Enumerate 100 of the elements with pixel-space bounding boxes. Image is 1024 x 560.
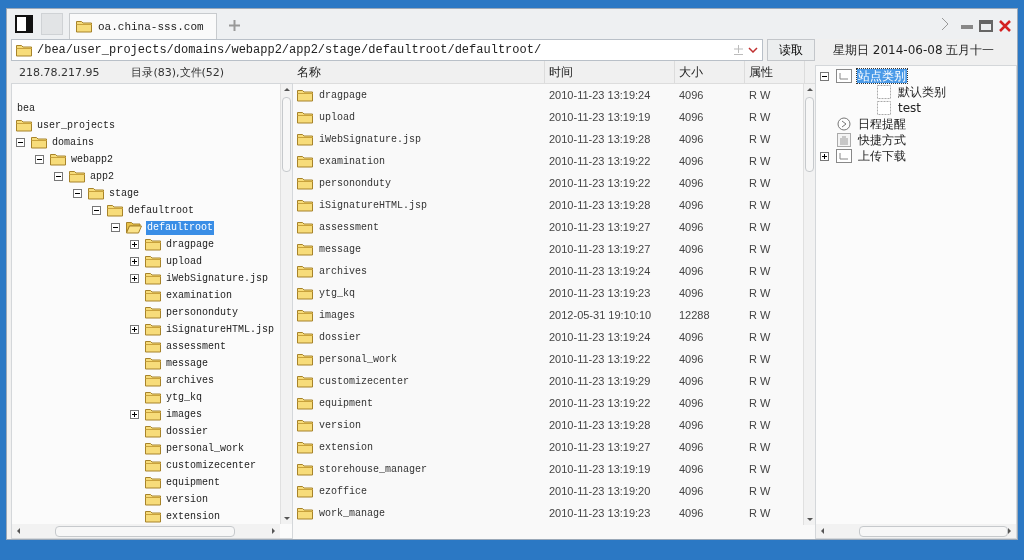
file-name[interactable]: upload xyxy=(319,111,355,123)
file-name[interactable]: equipment xyxy=(319,397,373,409)
file-name[interactable]: iWebSignature.jsp xyxy=(319,133,422,145)
size-cell-text: 4096 xyxy=(678,375,705,387)
file-name[interactable]: persononduty xyxy=(319,177,391,189)
expand-icon[interactable] xyxy=(130,325,139,334)
folder-icon xyxy=(50,153,66,166)
tree-item[interactable]: customizecenter xyxy=(165,458,257,473)
expand-icon[interactable] xyxy=(130,274,139,283)
vertical-scrollbar[interactable] xyxy=(280,84,292,524)
column-header[interactable]: 时间 xyxy=(545,61,675,83)
folder-icon xyxy=(297,110,313,124)
tree-root-label[interactable]: bea xyxy=(16,101,36,116)
collapse-icon[interactable] xyxy=(92,206,101,215)
expand-icon[interactable] xyxy=(130,257,139,266)
column-header[interactable]: 属性 xyxy=(745,61,805,83)
vertical-scrollbar[interactable] xyxy=(803,84,815,525)
collapse-icon[interactable] xyxy=(73,189,82,198)
collapse-icon[interactable] xyxy=(54,172,63,181)
horizontal-scrollbar[interactable] xyxy=(816,524,1016,538)
tree-item[interactable]: app2 xyxy=(89,169,115,184)
tree-item[interactable]: images xyxy=(165,407,203,422)
folder-icon xyxy=(297,88,313,102)
tree-item[interactable]: defaultroot xyxy=(127,203,195,218)
time-cell-text: 2010-11-23 13:19:28 xyxy=(548,133,652,145)
folder-icon xyxy=(297,308,313,322)
tree-item[interactable]: stage xyxy=(108,186,140,201)
file-name[interactable]: iSignatureHTML.jsp xyxy=(319,199,428,211)
size-cell-text: 4096 xyxy=(678,507,705,519)
collapse-icon[interactable] xyxy=(16,138,25,147)
tree-item[interactable]: version xyxy=(165,492,209,507)
collapse-icon[interactable] xyxy=(35,155,44,164)
tree-item[interactable]: archives xyxy=(165,373,215,388)
file-name[interactable]: customizecenter xyxy=(319,375,409,387)
tree-item[interactable]: iSignatureHTML.jsp xyxy=(165,322,276,337)
file-name[interactable]: dossier xyxy=(319,331,361,343)
tree-item[interactable]: equipment xyxy=(165,475,221,490)
page-icon xyxy=(876,101,892,115)
folder-icon xyxy=(145,340,161,353)
tree-item[interactable]: webapp2 xyxy=(70,152,114,167)
folder-icon xyxy=(145,289,161,302)
expand-icon[interactable] xyxy=(130,410,139,419)
tree-item[interactable]: domains xyxy=(51,135,95,150)
file-name[interactable]: message xyxy=(319,243,361,255)
close-icon[interactable] xyxy=(999,20,1011,32)
file-name[interactable]: ezoffice xyxy=(319,485,367,497)
tree-item[interactable]: assessment xyxy=(165,339,227,354)
tree-item[interactable]: upload xyxy=(165,254,203,269)
column-header[interactable]: 名称 xyxy=(293,61,545,83)
attribute-cell-text: R W xyxy=(748,375,772,387)
folder-icon xyxy=(126,221,142,234)
folder-icon xyxy=(297,418,313,432)
tree-item[interactable]: dossier xyxy=(165,424,209,439)
tree-item[interactable]: 默认类别 xyxy=(897,85,947,99)
column-header[interactable]: 大小 xyxy=(675,61,745,83)
file-name[interactable]: personal_work xyxy=(319,353,397,365)
folder-icon xyxy=(297,132,313,146)
size-cell-text: 4096 xyxy=(678,265,705,277)
tree-item[interactable]: personal_work xyxy=(165,441,245,456)
folder-icon xyxy=(297,198,313,212)
size-cell-text: 12288 xyxy=(678,309,711,321)
horizontal-scrollbar[interactable] xyxy=(12,524,280,538)
file-name[interactable]: version xyxy=(319,419,361,431)
file-name[interactable]: assessment xyxy=(319,221,379,233)
tree-item[interactable]: persononduty xyxy=(165,305,239,320)
size-cell-text: 4096 xyxy=(678,353,705,365)
file-name[interactable]: images xyxy=(319,309,355,321)
maximize-icon[interactable] xyxy=(979,20,993,32)
browser-tab[interactable]: oa.china-sss.com xyxy=(69,13,217,39)
collapse-icon[interactable] xyxy=(111,223,120,232)
tree-item[interactable]: dragpage xyxy=(165,237,215,252)
path-field[interactable]: /bea/user_projects/domains/webapp2/app2/stage/defaultroot/defaultroot/ xyxy=(11,39,763,61)
file-name[interactable]: extension xyxy=(319,441,373,453)
file-name[interactable]: examination xyxy=(319,155,385,167)
file-name[interactable]: archives xyxy=(319,265,367,277)
file-name[interactable]: ytg_kq xyxy=(319,287,355,299)
size-cell-text: 4096 xyxy=(678,463,705,475)
size-cell-text: 4096 xyxy=(678,221,705,233)
tree-item[interactable]: user_projects xyxy=(36,118,116,133)
file-name[interactable]: storehouse_manager xyxy=(319,463,428,475)
tree-item[interactable]: test xyxy=(897,101,923,115)
tree-item[interactable]: message xyxy=(165,356,209,371)
tree-item[interactable]: ytg_kq xyxy=(165,390,203,405)
folder-icon xyxy=(88,187,104,200)
size-cell-text: 4096 xyxy=(678,419,705,431)
file-name[interactable]: work_manage xyxy=(319,507,385,519)
tree-item[interactable]: examination xyxy=(165,288,233,303)
sidebar-toggle-icon[interactable] xyxy=(13,13,35,35)
collapse-icon[interactable] xyxy=(820,71,829,81)
file-name[interactable]: dragpage xyxy=(319,89,367,101)
read-button[interactable]: 读取 xyxy=(767,39,815,61)
expand-icon[interactable] xyxy=(130,240,139,249)
tree-item[interactable]: 上传下载 xyxy=(857,149,907,163)
folder-icon xyxy=(145,238,161,251)
tree-item[interactable]: iWebSignature.jsp xyxy=(165,271,270,286)
tree-item[interactable]: 快捷方式 xyxy=(857,133,907,147)
expand-icon[interactable] xyxy=(820,151,829,161)
size-cell-text: 4096 xyxy=(678,177,705,189)
tree-item[interactable]: 日程提醒 xyxy=(857,117,907,131)
tree-item[interactable]: extension xyxy=(165,509,221,524)
